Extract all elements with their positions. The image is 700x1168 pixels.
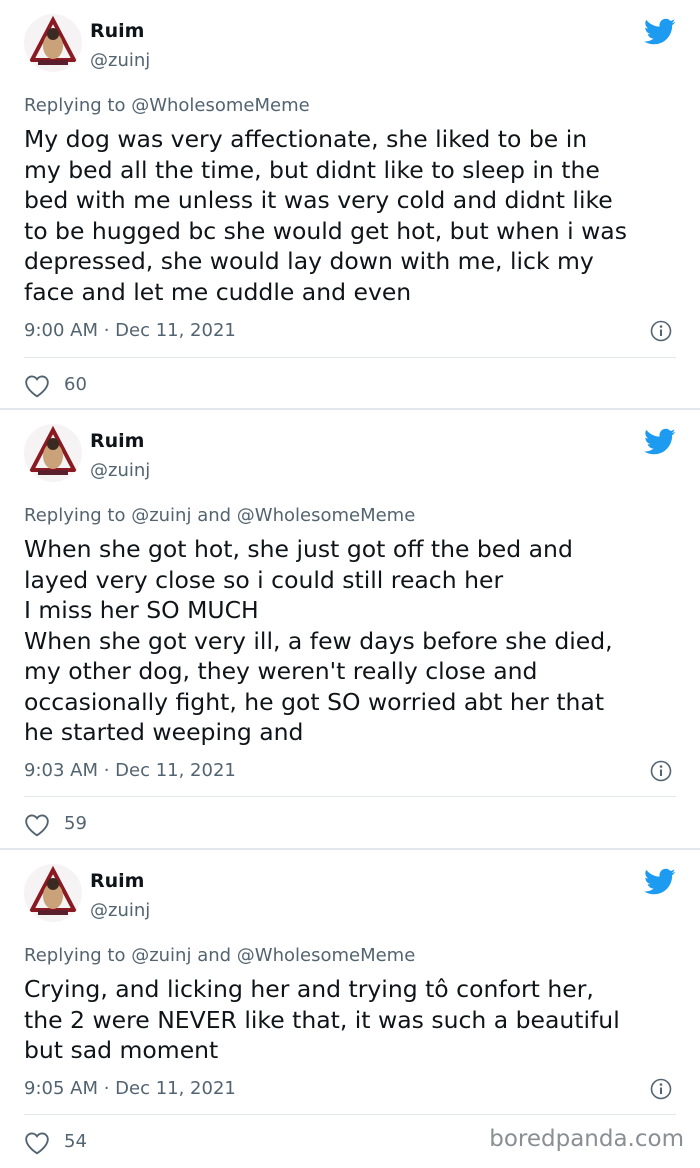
- tweet-text: My dog was very affectionate, she liked …: [24, 125, 627, 306]
- user-handle[interactable]: @zuinj: [90, 900, 150, 921]
- tweet-timestamp[interactable]: 9:05 AM · Dec 11, 2021: [24, 1078, 236, 1099]
- tweet-header: Ruim @zuinj: [24, 424, 676, 494]
- tweet-card-2: Ruim @zuinj Replying to @zuinj and @Whol…: [0, 410, 700, 850]
- avatar[interactable]: [24, 14, 82, 72]
- like-count: 54: [64, 1131, 87, 1152]
- twitter-bird-icon: [644, 428, 676, 455]
- tweet-card-1: Ruim @zuinj Replying to @WholesomeMeme M…: [0, 0, 700, 410]
- tweet-text: Crying, and licking her and trying tô co…: [24, 975, 620, 1064]
- heart-icon: [25, 375, 49, 398]
- watermark: boredpanda.com: [489, 1126, 684, 1152]
- like-button[interactable]: 54: [24, 1129, 144, 1157]
- heart-icon: [25, 1132, 49, 1155]
- divider: [24, 357, 676, 358]
- tweet-timestamp[interactable]: 9:00 AM · Dec 11, 2021: [24, 320, 236, 341]
- replying-to[interactable]: Replying to @zuinj and @WholesomeMeme: [24, 945, 415, 966]
- tweet-header: Ruim @zuinj: [24, 14, 676, 84]
- tweet-timestamp[interactable]: 9:03 AM · Dec 11, 2021: [24, 760, 236, 781]
- tweet-text: When she got hot, she just got off the b…: [24, 535, 613, 746]
- tweet-header: Ruim @zuinj: [24, 864, 676, 934]
- avatar[interactable]: [24, 424, 82, 482]
- display-name[interactable]: Ruim: [90, 870, 144, 892]
- display-name[interactable]: Ruim: [90, 430, 144, 452]
- display-name[interactable]: Ruim: [90, 20, 144, 42]
- like-count: 60: [64, 374, 87, 395]
- user-handle[interactable]: @zuinj: [90, 460, 150, 481]
- info-icon[interactable]: [650, 760, 672, 782]
- avatar[interactable]: [24, 864, 82, 922]
- info-icon[interactable]: [650, 320, 672, 342]
- twitter-bird-icon: [644, 18, 676, 45]
- divider: [24, 1114, 676, 1115]
- divider: [24, 796, 676, 797]
- replying-to[interactable]: Replying to @zuinj and @WholesomeMeme: [24, 505, 415, 526]
- like-button[interactable]: 59: [24, 811, 144, 839]
- tweet-card-3: Ruim @zuinj Replying to @zuinj and @Whol…: [0, 850, 700, 1168]
- replying-to[interactable]: Replying to @WholesomeMeme: [24, 95, 310, 116]
- heart-icon: [25, 814, 49, 837]
- like-button[interactable]: 60: [24, 372, 144, 400]
- user-handle[interactable]: @zuinj: [90, 50, 150, 71]
- info-icon[interactable]: [650, 1078, 672, 1100]
- like-count: 59: [64, 813, 87, 834]
- twitter-bird-icon: [644, 868, 676, 895]
